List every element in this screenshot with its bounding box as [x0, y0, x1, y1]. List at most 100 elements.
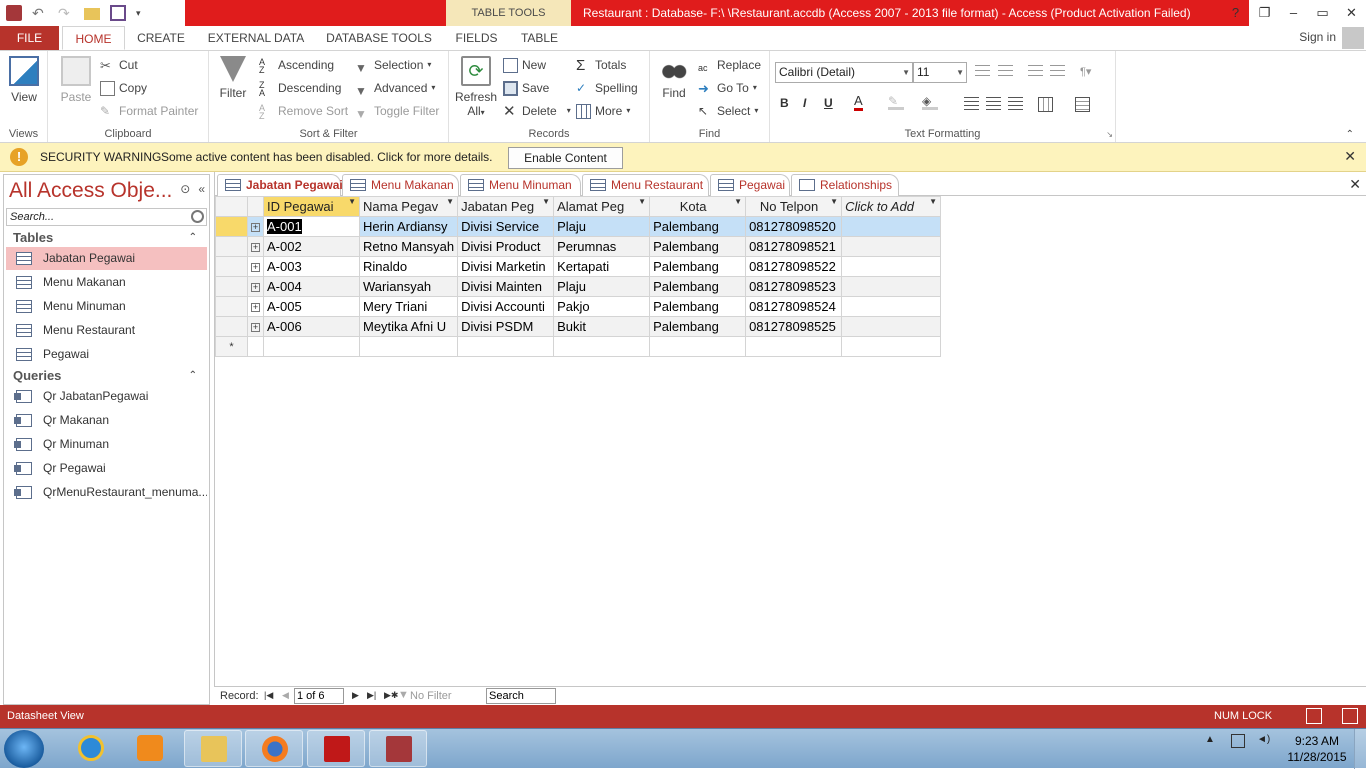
open-folder-icon[interactable] [84, 8, 100, 20]
customize-toolbar-icon[interactable]: ▾ [136, 5, 142, 21]
expand-row-button[interactable]: + [247, 216, 264, 237]
chevron-down-icon[interactable]: ▼ [638, 198, 646, 207]
show-hidden-icons-icon[interactable]: ▲ [1205, 734, 1219, 748]
find-button[interactable]: Find [656, 56, 692, 100]
next-record-icon[interactable]: ▶ [352, 690, 359, 701]
expand-row-button[interactable]: + [247, 236, 264, 257]
select-all-corner[interactable] [215, 196, 248, 217]
select-button[interactable]: ↖ Select ▾ [698, 101, 758, 121]
column-header-alamat-pegawai[interactable]: Alamat Peg ▼ [553, 196, 651, 217]
security-warning-message[interactable]: Some active content has been disabled. C… [161, 150, 493, 164]
descending-button[interactable]: Z A Descending [259, 78, 341, 98]
enable-content-button[interactable]: Enable Content [508, 147, 623, 169]
cell-telpon[interactable]: 081278098521 [745, 236, 843, 257]
new-row-marker[interactable]: * [215, 336, 248, 357]
nav-item-menu-makanan[interactable]: Menu Makanan [6, 271, 207, 294]
column-header-click-to-add[interactable]: Click to Add ▼ [841, 196, 942, 217]
row-selector[interactable] [215, 216, 248, 237]
bold-button[interactable]: B [780, 96, 789, 110]
cell-id[interactable]: A-005 [263, 296, 360, 317]
font-size-combo[interactable]: 11 ▼ [913, 62, 967, 83]
datasheet-view-icon[interactable] [1306, 708, 1322, 724]
numbering-icon[interactable] [998, 65, 1013, 80]
replace-button[interactable]: ac Replace [698, 55, 761, 75]
collapse-pane-icon[interactable]: « [198, 182, 205, 196]
indent-icon[interactable] [1050, 65, 1065, 80]
nav-item-jabatan-pegawai[interactable]: Jabatan Pegawai [6, 247, 207, 270]
row-selector[interactable] [215, 236, 248, 257]
network-icon[interactable] [1231, 734, 1245, 748]
align-right-icon[interactable] [1008, 97, 1023, 112]
taskbar-file-explorer[interactable] [184, 730, 242, 767]
table-row[interactable]: + A-002 Retno Mansyah Divisi Product Per… [215, 236, 942, 257]
minimize-button[interactable]: – [1279, 0, 1308, 26]
cell-empty[interactable] [263, 336, 360, 357]
ascending-button[interactable]: A Z Ascending [259, 55, 334, 75]
expand-row-button[interactable]: + [247, 316, 264, 337]
cell-alamat[interactable]: Bukit [553, 316, 651, 337]
more-button[interactable]: More ▾ [576, 101, 630, 121]
cell-nama[interactable]: Meytika Afni U [358, 316, 459, 337]
filter-button[interactable]: Filter [215, 56, 251, 100]
cell-alamat[interactable]: Plaju [553, 216, 651, 237]
cell-jabatan[interactable]: Divisi Accounti [457, 296, 555, 317]
record-search-input[interactable]: Search [486, 688, 556, 704]
row-selector[interactable] [215, 316, 248, 337]
chevron-down-icon[interactable]: ▼ [542, 198, 550, 207]
no-filter-icon[interactable]: ▼ [398, 689, 409, 701]
column-header-id-pegawai[interactable]: ID Pegawai ▼ [263, 196, 360, 217]
taskbar-adobe-reader[interactable] [307, 730, 365, 767]
font-name-combo[interactable]: Calibri (Detail) ▼ [775, 62, 913, 83]
cell-telpon[interactable]: 081278098525 [745, 316, 843, 337]
paste-button[interactable]: Paste [54, 56, 98, 104]
start-button[interactable] [4, 730, 44, 768]
chevron-down-icon[interactable]: ▼ [929, 198, 937, 207]
chevron-down-icon[interactable]: ▼ [734, 198, 742, 207]
cell-id[interactable]: A-001 [263, 216, 360, 237]
fill-color-icon[interactable]: ◈ [922, 94, 938, 110]
cell-empty[interactable] [841, 296, 942, 317]
highlight-color-icon[interactable]: ✎ [888, 94, 904, 110]
doc-tab-menu-restaurant[interactable]: Menu Restaurant [582, 174, 709, 196]
close-icon[interactable]: ✕ [1344, 148, 1356, 165]
save-record-button[interactable]: Save [503, 78, 549, 98]
current-record-input[interactable]: 1 of 6 [294, 688, 344, 704]
row-selector[interactable] [215, 296, 248, 317]
no-filter-indicator[interactable]: No Filter [410, 690, 452, 702]
dialog-launcher-icon[interactable]: ↘ [1106, 130, 1113, 139]
maximize-button[interactable]: ▭ [1308, 0, 1337, 26]
cell-nama[interactable]: Retno Mansyah [358, 236, 459, 257]
cell-alamat[interactable]: Perumnas [553, 236, 651, 257]
table-row[interactable]: + A-001 Herin Ardiansy Divisi Service Pl… [215, 216, 942, 237]
doc-tab-relationships[interactable]: Relationships [791, 174, 899, 196]
spelling-button[interactable]: ✓ Spelling [576, 78, 638, 98]
show-desktop-button[interactable] [1354, 729, 1366, 769]
align-left-icon[interactable] [964, 97, 979, 112]
chevron-down-icon[interactable]: ▼ [348, 198, 356, 207]
chevron-down-icon[interactable]: ⊙ [180, 182, 190, 196]
nav-item-qrmenurestaurant[interactable]: QrMenuRestaurant_menuma... [6, 481, 207, 504]
table-row[interactable]: + A-004 Wariansyah Divisi Mainten Plaju … [215, 276, 942, 297]
goto-button[interactable]: ➜ Go To ▾ [698, 78, 757, 98]
bullets-icon[interactable] [975, 65, 990, 80]
gridlines-icon[interactable] [1038, 97, 1053, 112]
cell-empty[interactable] [247, 336, 264, 357]
close-icon[interactable]: ✕ [1349, 176, 1361, 193]
previous-record-icon[interactable]: ◀ [282, 690, 289, 701]
clock[interactable]: 9:23 AM 11/28/2015 [1285, 733, 1349, 765]
doc-tab-menu-makanan[interactable]: Menu Makanan [342, 174, 459, 196]
tab-fields[interactable]: FIELDS [449, 26, 504, 50]
cell-empty[interactable] [841, 236, 942, 257]
nav-item-qr-jabatanpegawai[interactable]: Qr JabatanPegawai [6, 385, 207, 408]
save-icon[interactable] [110, 5, 126, 21]
nav-item-pegawai[interactable]: Pegawai [6, 343, 207, 366]
cell-id[interactable]: A-006 [263, 316, 360, 337]
table-row[interactable]: + A-005 Mery Triani Divisi Accounti Pakj… [215, 296, 942, 317]
cut-button[interactable]: ✂ Cut [100, 55, 138, 75]
cell-kota[interactable]: Palembang [649, 276, 747, 297]
copy-button[interactable]: Copy [100, 78, 147, 98]
selection-button[interactable]: ▼ Selection ▾ [355, 55, 431, 75]
new-record-button[interactable]: New [503, 55, 546, 75]
cell-nama[interactable]: Herin Ardiansy [358, 216, 459, 237]
italic-button[interactable]: I [803, 96, 806, 110]
